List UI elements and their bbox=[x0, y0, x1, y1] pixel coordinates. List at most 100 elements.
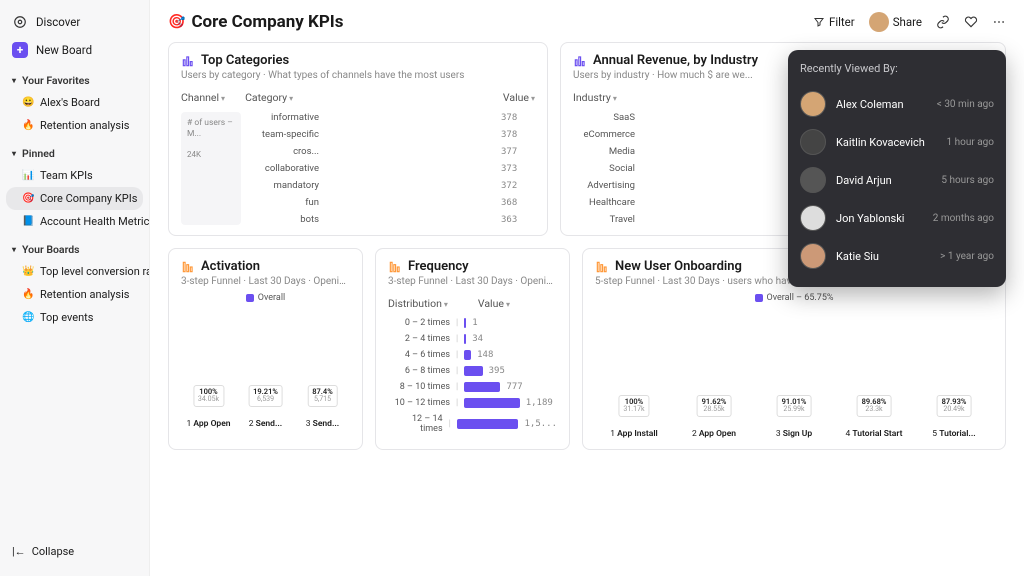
filter-value[interactable]: Value bbox=[503, 91, 535, 104]
step-label: 3 Sign Up bbox=[755, 429, 833, 439]
item-label: Team KPIs bbox=[40, 169, 93, 182]
viewer-time: 5 hours ago bbox=[941, 175, 994, 186]
viewer-name: Alex Coleman bbox=[836, 98, 927, 111]
viewer-row[interactable]: Kaitlin Kovacevich 1 hour ago bbox=[800, 123, 994, 161]
viewer-row[interactable]: Katie Siu > 1 year ago bbox=[800, 237, 994, 275]
more-button[interactable] bbox=[992, 15, 1006, 29]
item-emoji-icon: 🌐 bbox=[22, 312, 34, 323]
filter-value[interactable]: Value bbox=[478, 297, 510, 310]
avatar-icon bbox=[800, 129, 826, 155]
section-favorites[interactable]: ▾ Your Favorites bbox=[0, 64, 149, 91]
item-label: Retention analysis bbox=[40, 119, 129, 132]
page-title: 🎯 Core Company KPIs bbox=[168, 12, 344, 32]
item-emoji-icon: 📊 bbox=[22, 170, 34, 181]
step-label: 1 App Install bbox=[595, 429, 673, 439]
filter-category[interactable]: Category bbox=[245, 91, 293, 104]
freq-bar bbox=[464, 382, 500, 392]
step-badge: 89.68%23.3k bbox=[857, 395, 892, 417]
sidebar-item[interactable]: 👑 Top level conversion rates bbox=[0, 260, 149, 283]
collapse-sidebar[interactable]: |← Collapse bbox=[0, 535, 149, 568]
step-badge: 91.62%28.55k bbox=[697, 395, 732, 417]
avatar-icon bbox=[869, 12, 889, 32]
funnel-step: 19.21%6,539 2 Send... bbox=[238, 413, 293, 429]
bar-label: mandatory bbox=[249, 180, 319, 191]
freq-value: 1 bbox=[472, 318, 477, 328]
viewer-name: Jon Yablonski bbox=[836, 212, 923, 225]
legend: Overall bbox=[181, 293, 350, 303]
card-frequency: Frequency 3-step Funnel · Last 30 Days ·… bbox=[375, 248, 570, 450]
viewer-name: David Arjun bbox=[836, 174, 931, 187]
funnel-icon bbox=[595, 260, 609, 274]
chart-icon bbox=[181, 54, 195, 68]
freq-label: 0 – 2 times bbox=[388, 318, 450, 328]
item-emoji-icon: 👑 bbox=[22, 266, 34, 277]
section-pinned[interactable]: ▾ Pinned bbox=[0, 137, 149, 164]
funnel-step: 87.93%20.49k 5 Tutorial... bbox=[915, 423, 993, 439]
step-label: 1 App Open bbox=[181, 419, 236, 429]
link-button[interactable] bbox=[936, 15, 950, 29]
step-label: 3 Send... bbox=[295, 419, 350, 429]
recently-viewed-popover: Recently Viewed By: Alex Coleman < 30 mi… bbox=[788, 50, 1006, 287]
bar-track bbox=[325, 147, 495, 157]
sidebar-item[interactable]: 😀Alex's Board bbox=[0, 91, 149, 114]
bar-row: collaborative 373 bbox=[249, 163, 535, 174]
item-label: Alex's Board bbox=[40, 96, 100, 109]
sidebar-item[interactable]: 🌐Top events bbox=[0, 306, 149, 329]
sidebar-item[interactable]: 🔥 Retention analysis bbox=[0, 114, 149, 137]
filter-distribution[interactable]: Distribution bbox=[388, 297, 448, 310]
viewer-row[interactable]: Alex Coleman < 30 min ago bbox=[800, 85, 994, 123]
nav-discover[interactable]: Discover bbox=[0, 8, 149, 36]
sidebar: Discover + New Board ▾ Your Favorites 😀A… bbox=[0, 0, 150, 576]
bar-label: Advertising bbox=[573, 180, 635, 191]
link-icon bbox=[936, 15, 950, 29]
nav-new-board[interactable]: + New Board bbox=[0, 36, 149, 64]
filter-industry[interactable]: Industry bbox=[573, 91, 617, 104]
freq-bar bbox=[464, 398, 519, 408]
sidebar-item[interactable]: 🔥 Retention analysis bbox=[0, 283, 149, 306]
step-badge: 19.21%6,539 bbox=[248, 385, 283, 407]
sidebar-item[interactable]: 📘Account Health Metrics bbox=[0, 210, 149, 233]
avatar-icon bbox=[800, 243, 826, 269]
freq-value: 777 bbox=[506, 382, 522, 392]
filter-button[interactable]: Filter bbox=[813, 15, 855, 29]
freq-row: 12 – 14 times | 1,5... bbox=[388, 414, 557, 434]
chevron-down-icon: ▾ bbox=[12, 76, 16, 85]
avatar-icon bbox=[800, 91, 826, 117]
sidebar-item[interactable]: 📊 Team KPIs bbox=[0, 164, 149, 187]
bar-track bbox=[325, 215, 495, 225]
bar-row: informative 378 bbox=[249, 112, 535, 123]
card-subtitle: 3-step Funnel · Last 30 Days · Opening t… bbox=[181, 276, 350, 287]
bar-value: 377 bbox=[501, 147, 535, 157]
viewer-row[interactable]: Jon Yablonski 2 months ago bbox=[800, 199, 994, 237]
funnel-step: 91.62%28.55k 2 App Open bbox=[675, 423, 753, 439]
more-icon bbox=[992, 15, 1006, 29]
chart-icon bbox=[573, 54, 587, 68]
nav-discover-label: Discover bbox=[36, 15, 80, 29]
freq-row: 8 – 10 times | 777 bbox=[388, 382, 557, 392]
bar-row: mandatory 372 bbox=[249, 180, 535, 191]
freq-bar bbox=[464, 366, 482, 376]
viewer-name: Kaitlin Kovacevich bbox=[836, 136, 937, 149]
popover-title: Recently Viewed By: bbox=[800, 62, 994, 75]
section-boards[interactable]: ▾ Your Boards bbox=[0, 233, 149, 260]
plus-icon: + bbox=[12, 42, 28, 58]
bar-row: cros... 377 bbox=[249, 146, 535, 157]
freq-label: 8 – 10 times bbox=[388, 382, 450, 392]
avatar-icon bbox=[800, 167, 826, 193]
share-button[interactable]: Share bbox=[869, 12, 922, 32]
freq-label: 4 – 6 times bbox=[388, 350, 450, 360]
filter-channel[interactable]: Channel bbox=[181, 91, 225, 104]
viewer-row[interactable]: David Arjun 5 hours ago bbox=[800, 161, 994, 199]
metric-tile[interactable]: # of users – M... 24K bbox=[181, 112, 241, 225]
item-emoji-icon: 🔥 bbox=[22, 289, 34, 300]
freq-row: 0 – 2 times | 1 bbox=[388, 318, 557, 328]
item-emoji-icon: 🔥 bbox=[22, 120, 34, 131]
bar-label: collaborative bbox=[249, 163, 319, 174]
sidebar-item[interactable]: 🎯Core Company KPIs bbox=[6, 187, 143, 210]
item-label: Retention analysis bbox=[40, 288, 129, 301]
bar-track bbox=[325, 164, 495, 174]
avatar-icon bbox=[800, 205, 826, 231]
item-label: Top level conversion rates bbox=[40, 265, 149, 278]
step-label: 4 Tutorial Start bbox=[835, 429, 913, 439]
favorite-button[interactable] bbox=[964, 15, 978, 29]
